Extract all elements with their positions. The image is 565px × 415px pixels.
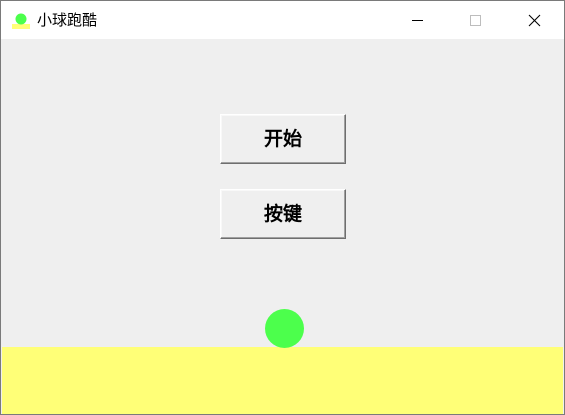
maximize-button[interactable] — [446, 1, 504, 39]
game-area: 开始 按键 — [1, 39, 564, 414]
window-title: 小球跑酷 — [37, 11, 98, 29]
ground-platform — [2, 347, 563, 414]
close-icon — [528, 14, 541, 27]
start-button[interactable]: 开始 — [220, 114, 346, 164]
ball-app-icon — [12, 11, 30, 29]
app-window: 小球跑酷 开始 按键 — [0, 0, 565, 415]
maximize-icon — [470, 15, 481, 26]
minimize-button[interactable] — [388, 1, 446, 39]
close-button[interactable] — [505, 1, 563, 39]
title-bar[interactable]: 小球跑酷 — [1, 1, 564, 39]
keys-button[interactable]: 按键 — [220, 189, 346, 239]
player-ball — [265, 309, 304, 348]
minimize-icon — [412, 20, 423, 21]
